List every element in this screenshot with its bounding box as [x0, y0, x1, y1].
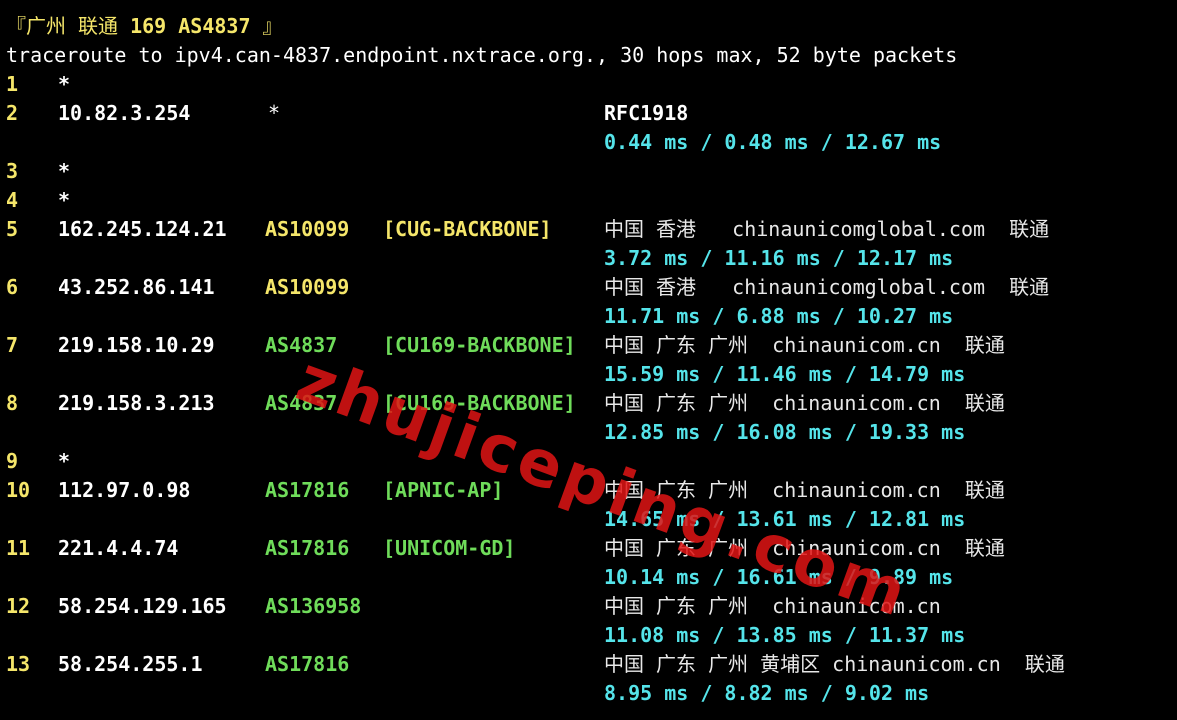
title-highlight: 169 AS4837 — [130, 14, 251, 38]
hop-row: 1 * — [6, 70, 1171, 99]
hop-number: 5 — [6, 217, 19, 241]
hop-number: 7 — [6, 333, 19, 357]
hop-ip: 162.245.124.21 — [58, 217, 227, 241]
hop-ip: 43.252.86.141 — [58, 275, 215, 299]
terminal-title: 『广州 联通 169 AS4837 』 — [6, 12, 283, 41]
hop-rtt-row: 3.72 ms / 11.16 ms / 12.17 ms — [6, 244, 1171, 273]
hop-row: 10 112.97.0.98 AS17816 [APNIC-AP] 中国 广东 广州 c… — [6, 476, 1171, 505]
hop-geo: 中国 广东 广州 chinaunicom.cn 联通 — [604, 478, 1005, 502]
hop-geo: 中国 香港 chinaunicomglobal.com 联通 — [604, 217, 1050, 241]
hop-network-tag: [CU169-BACKBONE] — [383, 333, 576, 357]
hop-rtt-row: 10.14 ms / 16.61 ms / 9.89 ms — [6, 563, 1171, 592]
hop-rtt-row: 0.44 ms / 0.48 ms / 12.67 ms — [6, 128, 1171, 157]
hop-rtt-row: 8.95 ms / 8.82 ms / 9.02 ms — [6, 679, 1171, 708]
hop-ip: 58.254.255.1 — [58, 652, 203, 676]
hop-rtt: 11.71 ms / 6.88 ms / 10.27 ms — [604, 304, 954, 328]
hop-rtt: 8.95 ms / 8.82 ms / 9.02 ms — [604, 681, 930, 705]
hop-rtt: 3.72 ms / 11.16 ms / 12.17 ms — [604, 246, 954, 270]
hop-network-tag: [UNICOM-GD] — [383, 536, 516, 560]
hop-ip: 219.158.10.29 — [58, 333, 215, 357]
hop-number: 13 — [6, 652, 31, 676]
hop-rtt: 12.85 ms / 16.08 ms / 19.33 ms — [604, 420, 966, 444]
hop-rtt: 14.65 ms / 13.61 ms / 12.81 ms — [604, 507, 966, 531]
hop-rtt-row: 14.65 ms / 13.61 ms / 12.81 ms — [6, 505, 1171, 534]
hop-network-tag: [CUG-BACKBONE] — [383, 217, 552, 241]
hop-rtt: 0.44 ms / 0.48 ms / 12.67 ms — [604, 130, 942, 154]
hop-rtt-row: 15.59 ms / 11.46 ms / 14.79 ms — [6, 360, 1171, 389]
hop-asn: AS17816 — [265, 652, 350, 676]
hop-ip: * — [58, 188, 71, 212]
hop-rtt: 10.14 ms / 16.61 ms / 9.89 ms — [604, 565, 954, 589]
hop-asn: AS17816 — [265, 478, 350, 502]
hop-number: 8 — [6, 391, 19, 415]
hop-ip: * — [58, 159, 71, 183]
title-prefix: 『广州 联通 — [6, 14, 131, 38]
title-suffix: 』 — [250, 14, 283, 38]
hop-rtt-row: 11.08 ms / 13.85 ms / 11.37 ms — [6, 621, 1171, 650]
hop-asn: AS17816 — [265, 536, 350, 560]
hop-number: 12 — [6, 594, 31, 618]
hop-asn: AS136958 — [265, 594, 362, 618]
hop-number: 6 — [6, 275, 19, 299]
hop-geo: 中国 广东 广州 chinaunicom.cn 联通 — [604, 333, 1005, 357]
hop-asn: AS10099 — [265, 217, 350, 241]
hop-network-tag: [CU169-BACKBONE] — [383, 391, 576, 415]
hop-number: 10 — [6, 478, 31, 502]
hop-number: 2 — [6, 101, 19, 125]
hop-asn: AS4837 — [265, 391, 338, 415]
hop-ip: * — [58, 449, 71, 473]
hop-row: 4 * — [6, 186, 1171, 215]
hop-geo: 中国 广东 广州 黄埔区 chinaunicom.cn 联通 — [604, 652, 1065, 676]
hop-row: 8 219.158.3.213 AS4837 [CU169-BACKBONE] 中国 广… — [6, 389, 1171, 418]
hop-ip: 10.82.3.254 — [58, 101, 191, 125]
hop-geo: 中国 广东 广州 chinaunicom.cn 联通 — [604, 536, 1005, 560]
hop-network-tag: [APNIC-AP] — [383, 478, 504, 502]
hop-row: 5 162.245.124.21 AS10099 [CUG-BACKBONE] 中国 香… — [6, 215, 1171, 244]
hop-geo: 中国 广东 广州 chinaunicom.cn 联通 — [604, 391, 1005, 415]
hop-rtt: 11.08 ms / 13.85 ms / 11.37 ms — [604, 623, 966, 647]
hop-ip: 58.254.129.165 — [58, 594, 227, 618]
hop-row: 9 * — [6, 447, 1171, 476]
hop-asn: AS10099 — [265, 275, 350, 299]
traceroute-command: traceroute to ipv4.can-4837.endpoint.nxt… — [6, 43, 958, 67]
hop-ip: * — [58, 72, 71, 96]
hop-row: 12 58.254.129.165 AS136958 中国 广东 广州 chinaun… — [6, 592, 1171, 621]
hop-ip: 112.97.0.98 — [58, 478, 191, 502]
hop-row: 6 43.252.86.141 AS10099 中国 香港 chinaunicomgl… — [6, 273, 1171, 302]
hop-geo: 中国 香港 chinaunicomglobal.com 联通 — [604, 275, 1050, 299]
hop-rtt-row: 12.85 ms / 16.08 ms / 19.33 ms — [6, 418, 1171, 447]
hop-number: 4 — [6, 188, 19, 212]
hop-number: 3 — [6, 159, 19, 183]
hop-row: 2 10.82.3.254 * RFC1918 — [6, 99, 1171, 128]
hop-rtt-row: 11.71 ms / 6.88 ms / 10.27 ms — [6, 302, 1171, 331]
hop-row: 7 219.158.10.29 AS4837 [CU169-BACKBONE] 中国 广… — [6, 331, 1171, 360]
hop-geo: 中国 广东 广州 chinaunicom.cn — [604, 594, 941, 618]
hop-ip: 219.158.3.213 — [58, 391, 215, 415]
hop-number: 9 — [6, 449, 19, 473]
hop-number: 11 — [6, 536, 31, 560]
hop-rtt: 15.59 ms / 11.46 ms / 14.79 ms — [604, 362, 966, 386]
hop-asn: AS4837 — [265, 333, 338, 357]
hop-asn: * — [268, 101, 281, 125]
hop-geo: RFC1918 — [604, 101, 689, 125]
hop-row: 11 221.4.4.74 AS17816 [UNICOM-GD] 中国 广东 广州 c… — [6, 534, 1171, 563]
hop-ip: 221.4.4.74 — [58, 536, 179, 560]
hop-row: 13 58.254.255.1 AS17816 中国 广东 广州 黄埔区 chinau… — [6, 650, 1171, 679]
hop-number: 1 — [6, 72, 19, 96]
hop-row: 3 * — [6, 157, 1171, 186]
